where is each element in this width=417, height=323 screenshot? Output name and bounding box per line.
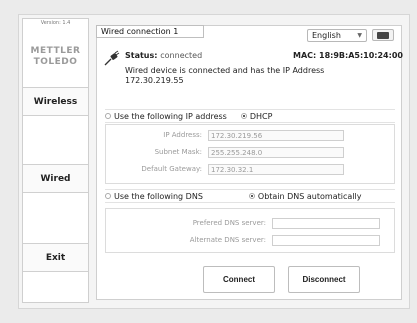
logo-line-2: TOLEDO <box>33 57 78 67</box>
keyboard-icon <box>377 31 389 39</box>
preferred-dns-label: Prefered DNS server: <box>192 219 266 227</box>
radio-static-dns-indicator <box>105 193 111 199</box>
radio-static-ip-indicator <box>105 113 111 119</box>
radio-static-ip-label: Use the following IP address <box>114 111 227 121</box>
language-selected-value: English <box>312 31 341 40</box>
radio-dhcp[interactable]: DHCP <box>240 111 273 121</box>
alternate-dns-input[interactable] <box>272 235 380 246</box>
disconnect-button[interactable]: Disconnect <box>288 266 360 293</box>
radio-dhcp-label: DHCP <box>249 111 273 121</box>
mettler-toledo-logo: METTLER TOLEDO <box>23 46 88 68</box>
status-message-line-1: Wired device is connected and has the IP… <box>125 66 325 75</box>
sidebar: Version: 1.4 METTLER TOLEDO Wireless Wir… <box>22 18 89 303</box>
wired-button[interactable]: Wired <box>23 164 88 193</box>
wireless-button-label: Wireless <box>33 96 78 107</box>
radio-static-dns[interactable]: Use the following DNS <box>105 192 203 201</box>
subnet-mask-label: Subnet Mask: <box>154 148 202 156</box>
language-select[interactable]: English ▼ <box>307 29 367 42</box>
keyboard-button[interactable] <box>372 29 394 41</box>
subnet-mask-row: Subnet Mask: <box>106 147 394 159</box>
radio-dhcp-indicator <box>240 113 247 119</box>
dns-mode-row: Use the following DNS Obtain DNS automat… <box>105 189 395 203</box>
status-caption: Status: <box>125 51 158 60</box>
wired-button-label: Wired <box>40 173 71 184</box>
wired-connection-icon <box>104 50 120 66</box>
wired-connection-panel: Wired connection 1 English ▼ Status: con… <box>96 25 403 300</box>
subnet-mask-input[interactable] <box>208 147 344 158</box>
mac-address: MAC: 18:9B:A5:10:24:00 <box>293 51 403 60</box>
ip-settings-box: IP Address: Subnet Mask: Default Gateway… <box>105 124 395 184</box>
alternate-dns-label: Alternate DNS server: <box>189 236 266 244</box>
ip-address-input[interactable] <box>208 130 344 141</box>
radio-auto-dns-label: Obtain DNS automatically <box>257 191 362 201</box>
tab-wired-connection-1[interactable]: Wired connection 1 <box>96 25 204 38</box>
status-message: Wired device is connected and has the IP… <box>125 66 390 86</box>
wireless-button[interactable]: Wireless <box>23 87 88 116</box>
version-label: Version: 1.4 <box>40 20 71 26</box>
status-label: Status: connected <box>125 51 202 60</box>
exit-button[interactable]: Exit <box>23 243 88 272</box>
radio-auto-dns[interactable]: Obtain DNS automatically <box>248 191 362 201</box>
default-gateway-label: Default Gateway: <box>141 165 202 173</box>
default-gateway-input[interactable] <box>208 164 344 175</box>
ip-mode-row: Use the following IP address DHCP <box>105 109 395 123</box>
ip-address-label: IP Address: <box>163 131 202 139</box>
radio-static-ip[interactable]: Use the following IP address <box>105 112 227 121</box>
status-message-line-2: 172.30.219.55 <box>125 76 184 85</box>
ip-address-row: IP Address: <box>106 130 394 142</box>
logo-line-1: METTLER <box>30 46 81 56</box>
connect-button[interactable]: Connect <box>203 266 275 293</box>
exit-button-label: Exit <box>45 252 66 263</box>
preferred-dns-row: Prefered DNS server: <box>106 218 394 230</box>
preferred-dns-input[interactable] <box>272 218 380 229</box>
chevron-down-icon: ▼ <box>357 32 362 39</box>
radio-auto-dns-indicator <box>248 193 255 199</box>
default-gateway-row: Default Gateway: <box>106 164 394 176</box>
status-value: connected <box>160 51 203 60</box>
dns-settings-box: Prefered DNS server: Alternate DNS serve… <box>105 208 395 253</box>
radio-static-dns-label: Use the following DNS <box>114 191 203 201</box>
alternate-dns-row: Alternate DNS server: <box>106 235 394 247</box>
